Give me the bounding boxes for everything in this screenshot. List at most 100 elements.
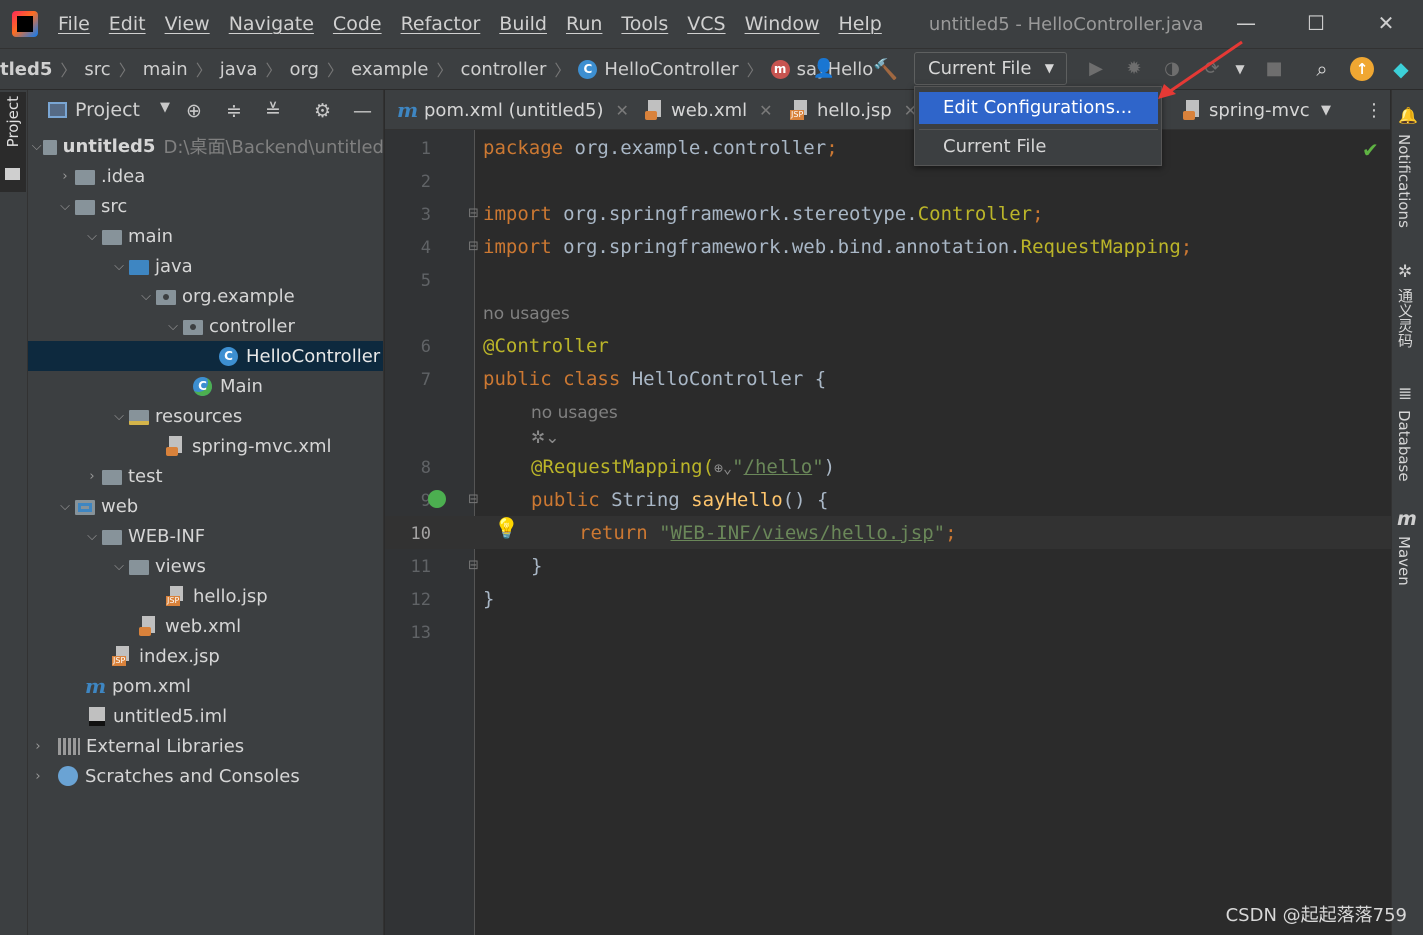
lightbulb-icon[interactable]: 💡 [494, 516, 519, 540]
breadcrumb-project[interactable]: tled5 [0, 59, 52, 80]
expand-all-icon[interactable]: ≑ [226, 100, 242, 122]
breadcrumb-main[interactable]: main [143, 59, 188, 80]
breadcrumb-class[interactable]: C HelloController [578, 58, 739, 80]
fold-icon[interactable]: ⊟ [468, 239, 479, 254]
tree-item-hellocontroller[interactable]: C HelloController [28, 341, 383, 371]
tree-item-label: web.xml [165, 615, 242, 637]
project-panel-title[interactable]: Project [75, 99, 140, 121]
tree-item-spring-mvc-xml[interactable]: spring-mvc.xml [28, 431, 383, 461]
tab-web-xml[interactable]: web.xml ✕ [645, 90, 773, 130]
inspection-ok-icon[interactable]: ✔ [1362, 138, 1379, 162]
close-tab-icon[interactable]: ✕ [759, 101, 772, 120]
menu-file[interactable]: File [58, 13, 90, 35]
menu-tools[interactable]: Tools [621, 13, 668, 35]
menu-run[interactable]: Run [566, 13, 602, 35]
search-icon[interactable]: ⌕ [1310, 57, 1334, 81]
code-token[interactable]: /hello [744, 456, 813, 478]
breadcrumb-org[interactable]: org [289, 59, 319, 80]
fold-icon[interactable]: ⊟ [468, 492, 479, 507]
spring-xml-file-icon [1183, 100, 1203, 120]
tree-item-controller[interactable]: ⌵ controller [28, 311, 383, 341]
minimize-icon[interactable]: — [1228, 8, 1264, 38]
run-config-select[interactable]: Current File ▼ [914, 52, 1067, 85]
tree-item-idea[interactable]: › .idea [28, 161, 383, 191]
code-token[interactable]: WEB-INF/views/hello.jsp [671, 522, 934, 544]
tree-item-views[interactable]: ⌵ views [28, 551, 383, 581]
breadcrumb-controller[interactable]: controller [461, 59, 547, 80]
code-line-10: return "WEB-INF/views/hello.jsp"; [579, 522, 957, 544]
tree-item-web[interactable]: ⌵ web [28, 491, 383, 521]
close-icon[interactable]: ✕ [1368, 8, 1404, 38]
current-file-option[interactable]: Current File [919, 131, 1158, 163]
breadcrumb-java[interactable]: java [220, 59, 258, 80]
class-icon: C [578, 59, 598, 79]
tree-item-web-inf[interactable]: ⌵ WEB-INF [28, 521, 383, 551]
line-number: 11 [410, 557, 431, 577]
collapse-all-icon[interactable]: ≚ [265, 100, 281, 122]
tree-item-external-libraries[interactable]: › External Libraries [28, 731, 383, 761]
menu-build[interactable]: Build [499, 13, 547, 35]
breadcrumb-example[interactable]: example [351, 59, 428, 80]
tree-item-resources[interactable]: ⌵ resources [28, 401, 383, 431]
tree-item-src[interactable]: ⌵ src [28, 191, 383, 221]
tab-pom-xml[interactable]: m pom.xml (untitled5) ✕ [397, 90, 629, 130]
update-icon[interactable]: ↑ [1350, 57, 1374, 81]
maven-tab[interactable]: Maven [1395, 536, 1413, 586]
menu-view[interactable]: View [165, 13, 210, 35]
ai-assistant-icon[interactable]: ✲⌄ [531, 428, 560, 448]
tree-item-main-class[interactable]: C Main [28, 371, 383, 401]
code-token: public class [483, 368, 621, 390]
fold-icon[interactable]: ⊟ [468, 558, 479, 573]
tree-item-hello-jsp[interactable]: hello.jsp [28, 581, 383, 611]
spring-endpoint-icon[interactable] [428, 490, 446, 508]
tree-item-scratches[interactable]: › Scratches and Consoles [28, 761, 383, 791]
tongyi-icon: ✲ [1398, 262, 1413, 282]
usages-hint[interactable]: no usages [483, 304, 570, 324]
globe-icon[interactable]: ⊕⌄ [714, 459, 732, 477]
locate-icon[interactable]: ⊕ [186, 100, 202, 122]
usages-hint[interactable]: no usages [531, 403, 618, 423]
menu-edit[interactable]: Edit [109, 13, 146, 35]
edit-configurations-option[interactable]: Edit Configurations... [919, 92, 1158, 124]
jetbrains-ai-icon[interactable]: ◆ [1389, 57, 1413, 81]
tree-item-index-jsp[interactable]: index.jsp [28, 641, 383, 671]
tree-item-java[interactable]: ⌵ java [28, 251, 383, 281]
menu-refactor[interactable]: Refactor [401, 13, 481, 35]
more-options-icon[interactable]: ⋮ [1365, 90, 1383, 130]
stop-icon[interactable]: ■ [1262, 57, 1286, 81]
debug-icon[interactable]: ✹ [1122, 57, 1146, 81]
tree-item-label: Scratches and Consoles [85, 765, 300, 787]
notifications-tab[interactable]: Notifications [1395, 134, 1413, 228]
close-tab-icon[interactable]: ✕ [616, 101, 629, 120]
run-icon[interactable]: ▶ [1084, 57, 1108, 81]
tree-item-web-xml[interactable]: web.xml [28, 611, 383, 641]
tongyi-tab[interactable]: 通义灵码 [1395, 288, 1416, 348]
project-tool-tab-label: Project [4, 96, 22, 148]
tree-item-untitled5-iml[interactable]: untitled5.iml [28, 701, 383, 731]
menu-navigate[interactable]: Navigate [229, 13, 314, 35]
menu-help[interactable]: Help [838, 13, 881, 35]
tree-item-test[interactable]: › test [28, 461, 383, 491]
menu-vcs[interactable]: VCS [687, 13, 725, 35]
menu-window[interactable]: Window [745, 13, 820, 35]
folder-icon [5, 168, 20, 180]
user-icon[interactable]: 👤 [812, 57, 836, 81]
tree-item-org-example[interactable]: ⌵ org.example [28, 281, 383, 311]
chevron-down-icon[interactable]: ▼ [1321, 90, 1331, 130]
fold-icon[interactable]: ⊟ [468, 206, 479, 221]
build-hammer-icon[interactable]: 🔨 [873, 57, 898, 81]
gear-icon[interactable]: ⚙ [314, 100, 331, 122]
tree-item-label: WEB-INF [128, 525, 206, 547]
maximize-icon[interactable]: ☐ [1298, 8, 1334, 38]
database-tab[interactable]: Database [1395, 410, 1413, 482]
code-token: org.springframework.stereotype. [551, 203, 918, 225]
tree-item-untitled5[interactable]: ⌵ untitled5 D:\桌面\Backend\untitled [28, 131, 383, 161]
breadcrumb-src[interactable]: src [84, 59, 110, 80]
tab-hello-jsp[interactable]: hello.jsp ✕ [790, 90, 917, 130]
tree-item-pom-xml[interactable]: m pom.xml [28, 671, 383, 701]
hide-panel-icon[interactable]: — [353, 100, 372, 122]
chevron-down-icon[interactable]: ▼ [160, 100, 170, 115]
tree-item-main[interactable]: ⌵ main [28, 221, 383, 251]
menu-code[interactable]: Code [333, 13, 382, 35]
breadcrumb-class-label: HelloController [604, 58, 739, 80]
